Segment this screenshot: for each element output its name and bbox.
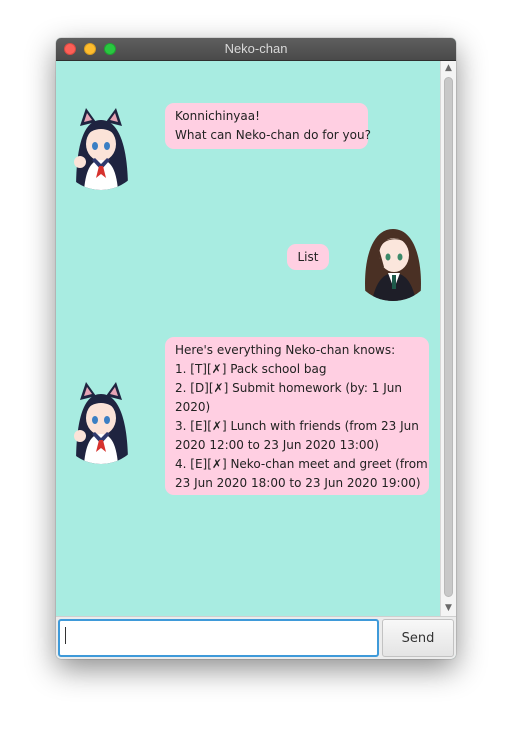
title-bar[interactable]: Neko-chan [56, 38, 456, 61]
scroll-up-icon[interactable]: ▲ [444, 64, 453, 73]
bot-avatar-icon [58, 104, 144, 190]
message-bubble: List [287, 244, 329, 270]
app-window: Neko-chan Konnichinyaa! What can Neko-ch… [56, 38, 456, 659]
message-bubble: Here's everything Neko-chan knows: 1. [T… [165, 337, 429, 495]
scroll-down-icon[interactable]: ▼ [444, 604, 453, 613]
text-caret [65, 627, 66, 644]
message-line: 3. [E][✗] Lunch with friends (from 23 Ju… [175, 419, 419, 433]
message-line: Here's everything Neko-chan knows: [175, 343, 396, 357]
send-button[interactable]: Send [382, 619, 454, 657]
message-line: 2020 12:00 to 23 Jun 2020 13:00) [175, 438, 379, 452]
scrollbar-thumb[interactable] [444, 77, 453, 597]
message-line: List [297, 250, 319, 264]
message-line: 4. [E][✗] Neko-chan meet and greet (from [175, 457, 428, 471]
chat-area[interactable]: Konnichinyaa! What can Neko-chan do for … [56, 61, 440, 616]
message-line: 1. [T][✗] Pack school bag [175, 362, 327, 376]
message-line: 23 Jun 2020 18:00 to 23 Jun 2020 19:00) [175, 476, 421, 490]
message-input[interactable] [58, 619, 379, 657]
vertical-scrollbar[interactable]: ▲ ▼ [440, 61, 456, 616]
message-line: What can Neko-chan do for you? [175, 128, 371, 142]
user-avatar-icon [350, 215, 436, 301]
window-title: Neko-chan [224, 41, 288, 56]
message-line: Konnichinyaa! [175, 109, 260, 123]
message-line: 2. [D][✗] Submit homework (by: 1 Jun [175, 381, 402, 395]
message-bubble: Konnichinyaa! What can Neko-chan do for … [165, 103, 371, 149]
input-bar: Send [56, 616, 456, 659]
message-line: 2020) [175, 400, 211, 414]
bot-avatar-icon [58, 378, 144, 464]
